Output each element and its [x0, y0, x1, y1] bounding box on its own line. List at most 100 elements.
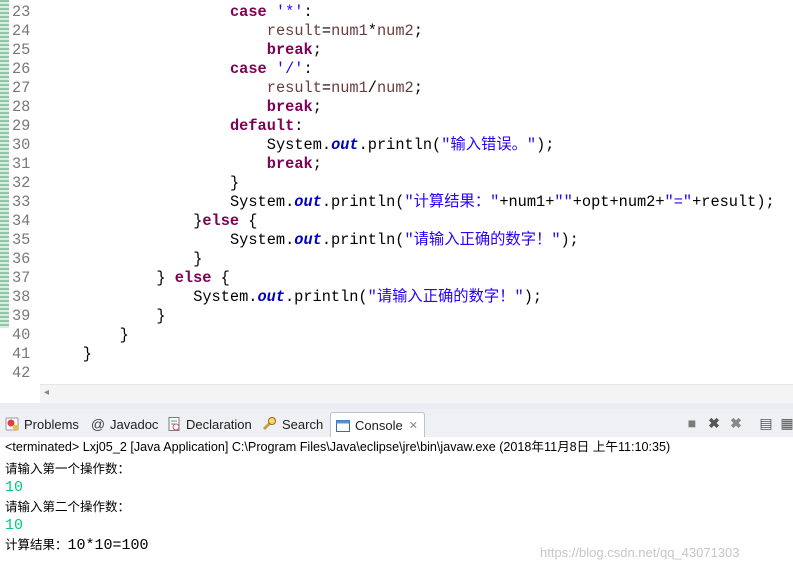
- code-token: +num1+: [499, 193, 555, 211]
- code-token: 请输入正确的数字！: [376, 288, 515, 306]
- console-line-input-1: 10: [5, 479, 24, 496]
- code-token: +opt+num2+: [572, 193, 665, 211]
- code-text: }else {: [46, 212, 257, 231]
- code-token: 输入错误。: [450, 136, 527, 154]
- tab-search[interactable]: Search: [262, 413, 323, 435]
- code-token: System.: [266, 136, 332, 154]
- tab-javadoc[interactable]: @ Javadoc: [90, 413, 159, 435]
- code-token: default: [230, 117, 295, 135]
- editor-horizontal-scrollbar[interactable]: ◂: [40, 384, 793, 403]
- line-number: 24: [12, 22, 31, 40]
- code-line[interactable]: 26 case '/':: [0, 60, 793, 79]
- code-line[interactable]: 32}: [0, 174, 793, 193]
- code-token: case: [230, 3, 267, 21]
- code-token: }: [156, 307, 166, 325]
- code-token: }: [193, 250, 203, 268]
- line-number: 30: [12, 136, 31, 154]
- code-token: }: [193, 212, 203, 230]
- code-line[interactable]: 30 System.out.println("输入错误。");: [0, 136, 793, 155]
- line-number: 34: [12, 212, 31, 230]
- code-token: ": [551, 231, 561, 249]
- code-text: case '*':: [46, 3, 313, 22]
- code-line[interactable]: 34 }else {: [0, 212, 793, 231]
- code-line[interactable]: 28 break;: [0, 98, 793, 117]
- code-token: }: [230, 174, 240, 192]
- code-text: case '/':: [46, 60, 313, 79]
- line-number: 38: [12, 288, 31, 306]
- line-number: 27: [12, 79, 31, 97]
- remove-all-terminated-icon[interactable]: ✖: [728, 415, 744, 431]
- code-text: break;: [46, 155, 322, 174]
- code-token: .println(: [358, 136, 442, 154]
- code-token: .println(: [321, 231, 405, 249]
- code-token: break: [266, 41, 313, 59]
- close-icon[interactable]: ✕: [409, 419, 418, 432]
- code-line[interactable]: 33 System.out.println("计算结果："+num1+""+opt…: [0, 193, 793, 212]
- scroll-left-icon[interactable]: ◂: [44, 387, 49, 398]
- scroll-lock-icon[interactable]: ▦: [779, 415, 793, 431]
- code-line[interactable]: 27 result=num1/num2;: [0, 79, 793, 98]
- line-number: 35: [12, 231, 31, 249]
- code-token: =: [321, 79, 332, 97]
- code-token: 计算结果：: [413, 193, 491, 211]
- code-line[interactable]: 25 break;: [0, 41, 793, 60]
- tab-label: Search: [282, 416, 324, 432]
- tab-label: Javadoc: [110, 416, 159, 432]
- code-token: ": [367, 288, 377, 306]
- code-token: out: [331, 136, 359, 154]
- code-text: }: [46, 174, 239, 193]
- code-line[interactable]: 42: [0, 364, 793, 383]
- code-token: :: [303, 3, 313, 21]
- code-token: num2: [376, 22, 414, 40]
- line-number: 25: [12, 41, 31, 59]
- console-line-input-2: 10: [5, 517, 24, 534]
- code-line[interactable]: 23 case '*':: [0, 3, 793, 22]
- problems-icon: [4, 416, 20, 432]
- code-text: }: [46, 326, 129, 345]
- line-number: 33: [12, 193, 31, 211]
- code-line[interactable]: 40}: [0, 326, 793, 345]
- code-text: }: [46, 307, 166, 326]
- remove-launch-icon[interactable]: ✖: [706, 415, 722, 431]
- code-text: result=num1/num2;: [46, 79, 423, 98]
- tab-problems[interactable]: Problems: [4, 413, 79, 435]
- declaration-icon: [166, 416, 182, 432]
- code-token: ": [514, 288, 524, 306]
- code-line[interactable]: 24 result=num1*num2;: [0, 22, 793, 41]
- line-number: 42: [12, 364, 31, 382]
- code-line[interactable]: 37} else {: [0, 269, 793, 288]
- tab-label: Declaration: [186, 416, 252, 432]
- clear-console-icon[interactable]: ▤: [758, 415, 774, 431]
- terminate-icon[interactable]: ■: [684, 415, 700, 431]
- code-token: +result);: [692, 193, 775, 211]
- code-token: result: [266, 79, 322, 97]
- console-line-prompt-1: 请输入第一个操作数：: [5, 461, 131, 476]
- code-line[interactable]: 35 System.out.println("请输入正确的数字！");: [0, 231, 793, 250]
- code-token: ;: [413, 79, 423, 97]
- code-token: case: [230, 60, 267, 78]
- code-token: System.: [230, 231, 295, 249]
- code-line[interactable]: 31 break;: [0, 155, 793, 174]
- code-line[interactable]: 29 default:: [0, 117, 793, 136]
- code-token: {: [239, 212, 258, 230]
- code-text: break;: [46, 98, 322, 117]
- code-token: ": [526, 136, 537, 154]
- code-text: default:: [46, 117, 303, 136]
- tab-console[interactable]: Console ✕: [330, 412, 425, 438]
- code-line[interactable]: 38 System.out.println("请输入正确的数字！");: [0, 288, 793, 307]
- code-token: );: [523, 288, 543, 306]
- line-number: 37: [12, 269, 31, 287]
- code-token: System.: [193, 288, 258, 306]
- line-number: 26: [12, 60, 31, 78]
- at-icon: @: [90, 416, 106, 432]
- code-line[interactable]: 36}: [0, 250, 793, 269]
- code-token: "=": [664, 193, 693, 211]
- code-token: ;: [312, 98, 322, 116]
- line-number: 31: [12, 155, 31, 173]
- code-line[interactable]: 41}: [0, 345, 793, 364]
- code-token: :: [294, 117, 304, 135]
- code-line[interactable]: 39}: [0, 307, 793, 326]
- code-editor[interactable]: 23 case '*': 24 result=num1*num2; 25 break; 26…: [0, 0, 793, 403]
- tab-label: Problems: [24, 416, 79, 432]
- tab-declaration[interactable]: Declaration: [166, 413, 252, 435]
